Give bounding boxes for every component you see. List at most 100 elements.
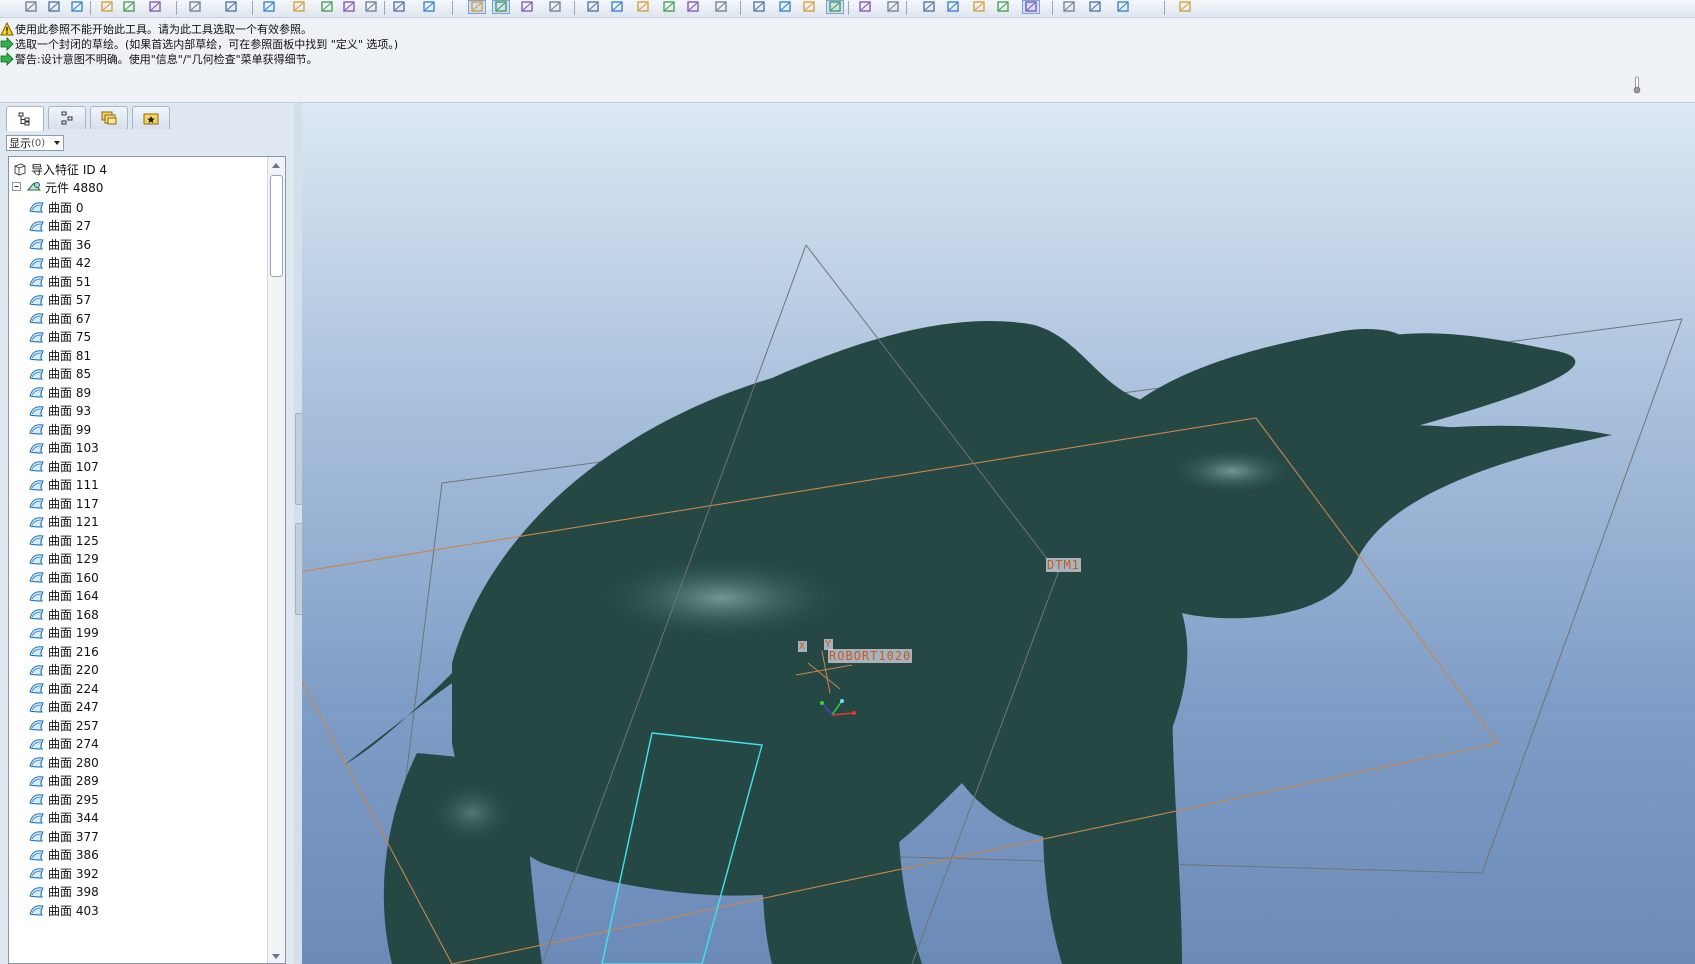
tree-item-surface[interactable]: 曲面 125 [29,530,99,550]
tree-item-surface[interactable]: 曲面 280 [29,752,99,772]
new-icon[interactable] [22,0,40,14]
scroll-down-icon[interactable] [272,954,280,959]
tree-item-surface[interactable]: 曲面 377 [29,826,99,846]
tree-item-surface[interactable]: 曲面 99 [29,419,91,439]
tree-item-surface[interactable]: 曲面 164 [29,586,99,606]
tree-item-surface[interactable]: 曲面 398 [29,882,99,902]
datum-label[interactable]: DTM1 [1046,558,1081,572]
copy-file-icon[interactable] [146,0,164,14]
csys-label[interactable]: ROBORT1020 [828,649,913,663]
print-icon[interactable] [98,0,116,14]
annotation-display-icon[interactable] [1022,0,1040,14]
help-icon[interactable] [1176,0,1194,14]
tree-item-surface[interactable]: 曲面 216 [29,641,99,661]
cut-icon[interactable] [260,0,278,14]
tree-item-surface[interactable]: 曲面 89 [29,382,91,402]
zoom-in-icon[interactable] [584,0,602,14]
graphics-viewport[interactable]: DTM1 ROBORT1020 X Y [302,103,1695,964]
tree-item-surface[interactable]: 曲面 85 [29,364,91,384]
tree-item-surface[interactable]: 曲面 75 [29,327,91,347]
shading-mode-icon[interactable] [826,0,844,14]
paste-special-icon[interactable] [340,0,358,14]
datum-plane-icon[interactable] [1114,0,1132,14]
panel-splitter[interactable] [294,103,303,964]
tree-item-surface[interactable]: 曲面 117 [29,493,99,513]
csys-display-icon[interactable] [994,0,1012,14]
reorient-icon[interactable] [660,0,678,14]
tree-item-surface[interactable]: 曲面 67 [29,308,91,328]
send-icon[interactable] [120,0,138,14]
tree-item-surface[interactable]: 曲面 289 [29,771,99,791]
elephant-model[interactable] [344,321,1612,964]
tree-item-surface[interactable]: 曲面 103 [29,438,99,458]
tree-item-surface[interactable]: 曲面 274 [29,734,99,754]
tab-folder-browser[interactable] [90,106,128,129]
shading-icon[interactable] [546,0,564,14]
scroll-up-icon[interactable] [272,163,280,168]
tab-favorites[interactable] [132,106,170,129]
tab-model-tree[interactable] [6,106,44,131]
folders-icon [101,111,117,125]
sketch-icon[interactable] [468,0,486,14]
tab-layer-tree[interactable] [48,106,86,129]
tree-item-surface[interactable]: 曲面 199 [29,623,99,643]
tree-group-item[interactable]: 元件 4880 [12,177,103,197]
tree-item-surface[interactable]: 曲面 51 [29,271,91,291]
layer-icon[interactable] [712,0,730,14]
tree-item-surface[interactable]: 曲面 392 [29,863,99,883]
tree-item-label: 曲面 257 [48,718,99,733]
show-dropdown[interactable]: 显示 (0) [6,135,64,151]
undo-icon[interactable] [186,0,204,14]
tree-item-surface[interactable]: 曲面 386 [29,845,99,865]
datum-axis-display-icon[interactable] [944,0,962,14]
tree-item-surface[interactable]: 曲面 224 [29,678,99,698]
pen-icon[interactable] [1060,0,1078,14]
redo-icon[interactable] [222,0,240,14]
paste-icon[interactable] [318,0,336,14]
regenerate-icon[interactable] [362,0,380,14]
tree-item-surface[interactable]: 曲面 160 [29,567,99,587]
tree-item-surface[interactable]: 曲面 111 [29,475,99,495]
thermometer-icon[interactable] [1633,76,1641,94]
tree-item-surface[interactable]: 曲面 403 [29,900,99,920]
open-icon[interactable] [45,0,63,14]
tree-item-surface[interactable]: 曲面 220 [29,660,99,680]
tree-item-surface[interactable]: 曲面 247 [29,697,99,717]
saved-views-icon[interactable] [684,0,702,14]
scrollbar-thumb[interactable] [270,175,283,277]
tree-item-surface[interactable]: 曲面 129 [29,549,99,569]
tree-root-item[interactable]: 导入特征 ID 4 [12,159,107,179]
tree-item-surface[interactable]: 曲面 0 [29,197,83,217]
tree-item-surface[interactable]: 曲面 27 [29,216,91,236]
find-icon[interactable] [390,0,408,14]
tree-item-surface[interactable]: 曲面 295 [29,789,99,809]
tree-item-surface[interactable]: 曲面 121 [29,512,99,532]
tree-item-surface[interactable]: 曲面 344 [29,808,99,828]
copy-icon[interactable] [290,0,308,14]
tree-item-surface[interactable]: 曲面 257 [29,715,99,735]
view-manager-icon[interactable] [884,0,902,14]
refit-icon[interactable] [634,0,652,14]
tree-item-surface[interactable]: 曲面 36 [29,234,91,254]
datum-curve-icon[interactable] [492,0,510,14]
sketch-tool-icon[interactable] [1086,0,1104,14]
collapse-icon[interactable] [12,182,22,192]
hidden-line-icon[interactable] [776,0,794,14]
wireframe-icon[interactable] [750,0,768,14]
tree-item-surface[interactable]: 曲面 57 [29,290,91,310]
datum-point-display-icon[interactable] [970,0,988,14]
zoom-out-icon[interactable] [608,0,626,14]
tree-item-surface[interactable]: 曲面 81 [29,345,91,365]
save-icon[interactable] [68,0,86,14]
tree-item-surface[interactable]: 曲面 168 [29,604,99,624]
tree-item-surface[interactable]: 曲面 107 [29,456,99,476]
select-box-icon[interactable] [420,0,438,14]
no-hidden-icon[interactable] [800,0,818,14]
tree-scrollbar[interactable] [267,157,285,963]
surface-icon [29,757,44,768]
tree-item-surface[interactable]: 曲面 42 [29,253,91,273]
csys-toggle-icon[interactable] [518,0,536,14]
enhanced-realism-icon[interactable] [856,0,874,14]
tree-item-surface[interactable]: 曲面 93 [29,401,91,421]
datum-plane-display-icon[interactable] [920,0,938,14]
